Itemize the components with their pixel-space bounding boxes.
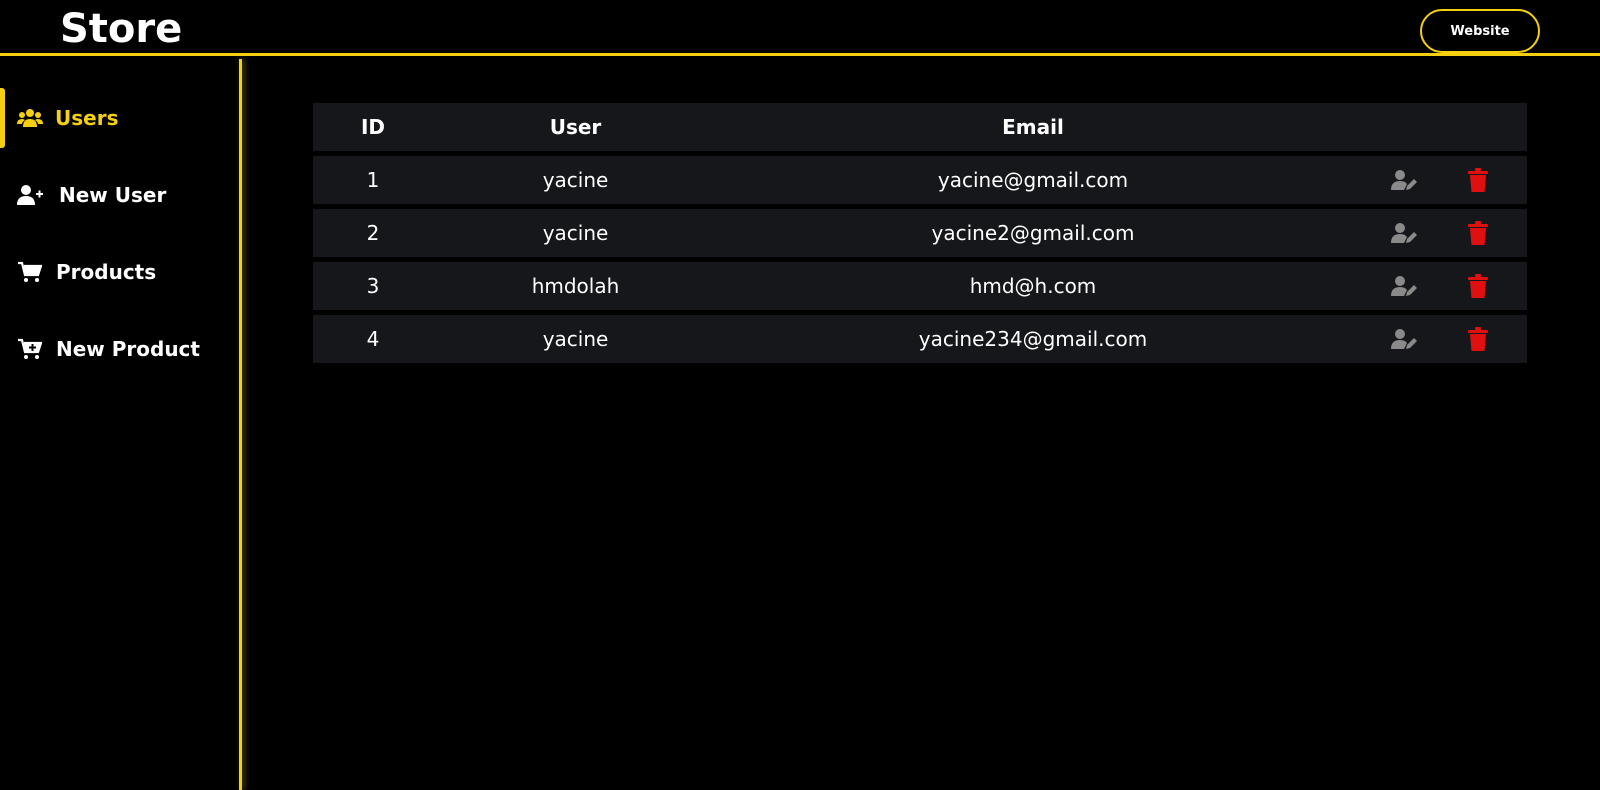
cell-user: yacine bbox=[542, 327, 609, 351]
cart-icon bbox=[16, 258, 44, 286]
cell-email: yacine@gmail.com bbox=[937, 168, 1129, 192]
trash-icon bbox=[1468, 274, 1488, 298]
trash-icon bbox=[1468, 327, 1488, 351]
column-header-user: User bbox=[549, 115, 602, 139]
delete-user-button[interactable] bbox=[1448, 315, 1508, 363]
user-edit-icon bbox=[1391, 170, 1417, 190]
cart-plus-icon bbox=[16, 335, 44, 363]
top-header: Store Website bbox=[0, 0, 1600, 56]
sidebar-item-products[interactable]: Products bbox=[0, 242, 236, 302]
cell-email: yacine234@gmail.com bbox=[918, 327, 1148, 351]
sidebar-item-label: New User bbox=[59, 183, 167, 207]
table-row: 2 yacine yacine2@gmail.com bbox=[313, 209, 1527, 257]
trash-icon bbox=[1468, 168, 1488, 192]
user-plus-icon bbox=[16, 181, 44, 209]
brand-logo[interactable]: Store bbox=[60, 6, 182, 52]
active-indicator bbox=[0, 88, 5, 148]
edit-user-button[interactable] bbox=[1374, 209, 1434, 257]
delete-user-button[interactable] bbox=[1448, 262, 1508, 310]
edit-user-button[interactable] bbox=[1374, 262, 1434, 310]
table-row: 4 yacine yacine234@gmail.com bbox=[313, 315, 1527, 363]
delete-user-button[interactable] bbox=[1448, 156, 1508, 204]
delete-user-button[interactable] bbox=[1448, 209, 1508, 257]
column-header-email: Email bbox=[1002, 115, 1064, 139]
cell-id: 4 bbox=[366, 327, 380, 351]
cell-user: yacine bbox=[542, 168, 609, 192]
cell-id: 3 bbox=[366, 274, 380, 298]
sidebar-item-label: Products bbox=[56, 260, 157, 284]
sidebar-item-label: Users bbox=[55, 106, 119, 130]
sidebar-divider bbox=[239, 59, 242, 790]
user-edit-icon bbox=[1391, 276, 1417, 296]
trash-icon bbox=[1468, 221, 1488, 245]
sidebar-item-new-user[interactable]: New User bbox=[0, 165, 236, 225]
website-button[interactable]: Website bbox=[1420, 9, 1540, 53]
table-row: 1 yacine yacine@gmail.com bbox=[313, 156, 1527, 204]
cell-email: yacine2@gmail.com bbox=[931, 221, 1135, 245]
cell-user: hmdolah bbox=[531, 274, 620, 298]
user-edit-icon bbox=[1391, 223, 1417, 243]
user-edit-icon bbox=[1391, 329, 1417, 349]
column-header-id: ID bbox=[360, 115, 386, 139]
table-row: 3 hmdolah hmd@h.com bbox=[313, 262, 1527, 310]
cell-user: yacine bbox=[542, 221, 609, 245]
sidebar-item-new-product[interactable]: New Product bbox=[0, 319, 236, 379]
table-header-row: ID User Email bbox=[313, 103, 1527, 151]
cell-id: 2 bbox=[366, 221, 380, 245]
sidebar: Users New User Products New Product bbox=[0, 59, 240, 790]
edit-user-button[interactable] bbox=[1374, 156, 1434, 204]
users-icon bbox=[16, 104, 44, 132]
cell-id: 1 bbox=[366, 168, 380, 192]
sidebar-item-users[interactable]: Users bbox=[0, 88, 236, 148]
sidebar-item-label: New Product bbox=[56, 337, 200, 361]
cell-email: hmd@h.com bbox=[969, 274, 1097, 298]
edit-user-button[interactable] bbox=[1374, 315, 1434, 363]
